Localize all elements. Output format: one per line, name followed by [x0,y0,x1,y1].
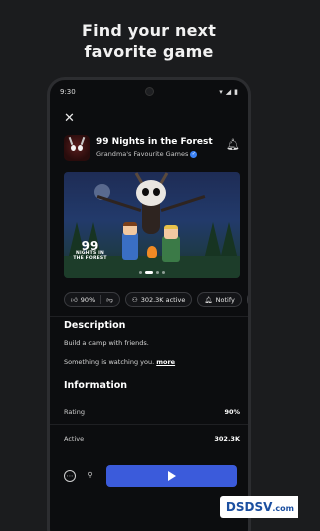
info-key: Rating [64,408,85,416]
info-value: 302.3K [214,435,240,443]
game-header: 99 Nights in the Forest Grandma's Favour… [64,135,240,163]
notify-button[interactable]: 🔔︎ Notify [197,292,242,307]
game-title: 99 Nights in the Forest [96,137,213,147]
headline-line-2: favorite game [84,42,214,61]
information-title: Information [64,380,128,391]
game-creator[interactable]: Grandma's Favourite Games ✓ [96,150,198,158]
close-icon[interactable]: ✕ [64,112,75,125]
status-icons: ▾ ◢ ▮ [219,88,238,96]
thumbs-down-icon[interactable]: 👎︎ [106,296,113,304]
headline-line-1: Find your next [81,21,217,40]
bottom-action-bar: ⋯ ⚲ [50,456,248,496]
like-dislike-chip[interactable]: 👍︎ 90% 👎︎ [64,292,120,307]
wifi-icon: ▾ [219,88,223,96]
status-time: 9:30 [60,88,76,96]
phone-frame: 9:30 ▾ ◢ ▮ ✕ 99 Nights in the Forest Gra… [47,77,251,531]
action-chips: 👍︎ 90% 👎︎ ⚇ 302.3K active 🔔︎ Notify ▯ [64,292,248,308]
play-icon [167,471,176,481]
people-icon: ⚇ [131,295,138,304]
active-players-chip[interactable]: ⚇ 302.3K active [124,292,193,307]
battery-icon: ▮ [234,88,238,96]
carousel-dots[interactable] [64,271,240,274]
bell-icon[interactable]: 🔔︎ [226,138,240,151]
notify-label: Notify [215,295,235,304]
promo-headline: Find your next favorite game [0,20,298,62]
creator-name[interactable]: Grandma's Favourite Games [96,150,188,158]
camera-cutout [145,87,154,96]
game-logo: 99 NIGHTS IN THE FOREST [73,239,107,261]
more-link[interactable]: more [156,358,175,366]
info-row-rating: Rating 90% [64,408,240,418]
watermark: DSDSV.com [219,496,298,518]
divider [50,424,248,425]
description-line-2: Something is watching you. more [64,358,176,366]
info-value: 90% [224,408,240,416]
notify-bell-icon: 🔔︎ [204,295,213,304]
info-row-active: Active 302.3K [64,435,240,445]
more-options-icon[interactable]: ⋯ [64,470,76,482]
play-button[interactable] [106,465,237,487]
bookmark-button[interactable]: ▯ [246,292,248,307]
description-line-1: Build a camp with friends. [64,339,149,347]
game-thumbnail [64,135,90,161]
thumbs-up-icon[interactable]: 👍︎ [71,296,78,304]
status-bar: 9:30 ▾ ◢ ▮ [50,86,248,100]
deer-monster [136,180,166,206]
signal-icon: ◢ [225,88,232,96]
verified-badge-icon: ✓ [190,150,198,158]
info-key: Active [64,435,85,443]
description-title: Description [64,320,126,331]
divider [50,316,248,317]
add-friend-icon[interactable]: ⚲ [84,470,96,482]
game-hero-image[interactable]: 99 NIGHTS IN THE FOREST [64,172,240,278]
like-percentage: 90% [80,295,96,304]
active-count: 302.3K active [140,295,186,304]
